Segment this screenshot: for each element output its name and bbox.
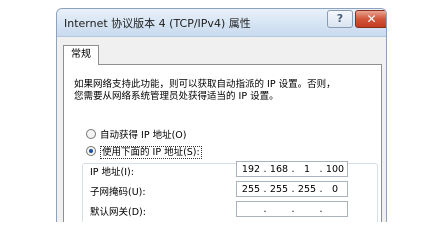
manual-ip-option[interactable]: 使用下面的 IP 地址(S): xyxy=(86,144,202,159)
ipv4-properties-dialog: Internet 协议版本 4 (TCP/IPv4) 属性 ? ✕ 常规 如果网… xyxy=(56,8,387,222)
manual-ip-label: 使用下面的 IP 地址(S): xyxy=(100,146,202,159)
ip-octet-3: 1 xyxy=(303,164,311,175)
ip-address-field[interactable]: 192 . 168 . 1 . 100 xyxy=(236,161,348,177)
title-bar[interactable]: Internet 协议版本 4 (TCP/IPv4) 属性 ? ✕ xyxy=(57,9,386,37)
mask-octet-1: 255 xyxy=(241,184,261,195)
subnet-mask-field[interactable]: 255 . 255 . 255 . 0 xyxy=(236,181,348,197)
auto-ip-radio[interactable] xyxy=(86,129,96,139)
description-text: 如果网络支持此功能，则可以获取自动指派的 IP 设置。否则， 您需要从网络系统管… xyxy=(74,79,374,103)
ip-octet-2: 168 xyxy=(269,164,289,175)
gateway-field[interactable]: . . . xyxy=(236,201,348,217)
gateway-dot-3: . xyxy=(319,204,323,215)
auto-ip-label: 自动获得 IP 地址(O) xyxy=(100,130,187,141)
description-line-1: 如果网络支持此功能，则可以获取自动指派的 IP 设置。否则， xyxy=(74,79,336,90)
general-tab-panel: 如果网络支持此功能，则可以获取自动指派的 IP 设置。否则， 您需要从网络系统管… xyxy=(63,64,382,222)
description-line-2: 您需要从网络系统管理员处获得适当的 IP 设置。 xyxy=(74,91,279,102)
gateway-dot-2: . xyxy=(291,204,295,215)
auto-ip-option[interactable]: 自动获得 IP 地址(O) xyxy=(86,127,186,141)
ip-address-label: IP 地址(I): xyxy=(90,167,134,178)
close-button[interactable]: ✕ xyxy=(355,10,386,28)
tab-general[interactable]: 常规 xyxy=(63,45,99,65)
mask-octet-3: 255 xyxy=(297,184,317,195)
ip-octet-1: 192 xyxy=(241,164,261,175)
help-button[interactable]: ? xyxy=(327,10,353,28)
mask-octet-4: 0 xyxy=(331,184,339,195)
window-title: Internet 协议版本 4 (TCP/IPv4) 属性 xyxy=(64,17,251,30)
gateway-label: 默认网关(D): xyxy=(90,207,146,218)
gateway-dot-1: . xyxy=(263,204,267,215)
subnet-mask-label: 子网掩码(U): xyxy=(90,187,146,198)
mask-octet-2: 255 xyxy=(269,184,289,195)
manual-ip-radio[interactable] xyxy=(86,146,96,156)
ip-octet-4: 100 xyxy=(325,164,345,175)
